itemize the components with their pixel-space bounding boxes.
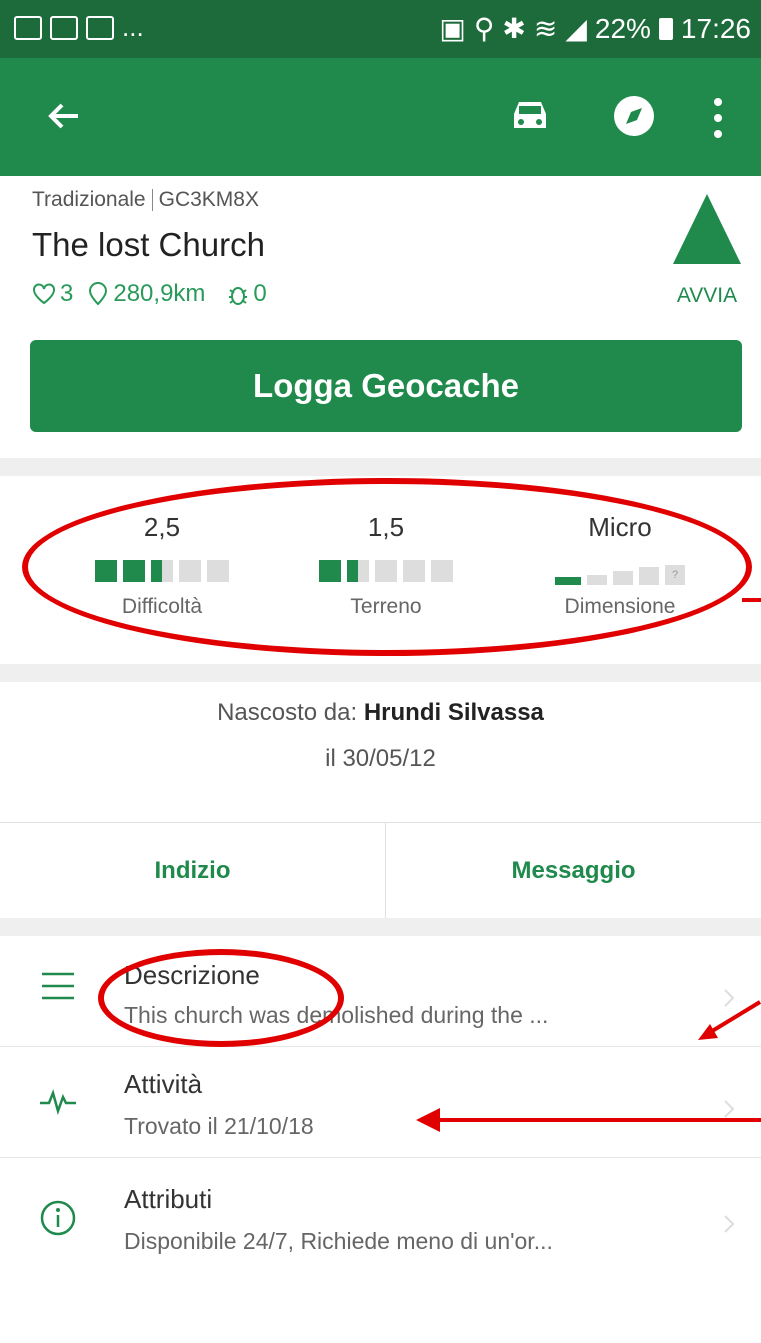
description-row[interactable]: Descrizione This church was demolished d… bbox=[0, 936, 761, 1047]
clock: 17:26 bbox=[680, 12, 751, 44]
flipboard-notification-icon bbox=[50, 15, 78, 40]
location-pin-icon bbox=[89, 282, 108, 306]
row-title: Descrizione bbox=[124, 960, 260, 990]
car-icon[interactable] bbox=[508, 98, 552, 134]
more-notifications: ... bbox=[122, 12, 144, 42]
row-title: Attività bbox=[124, 1069, 203, 1099]
avvia-button[interactable]: AVVIA bbox=[662, 194, 752, 308]
row-subtitle: This church was demolished during the ..… bbox=[124, 1002, 549, 1028]
gallery-notification-icon bbox=[14, 15, 42, 40]
menu-lines-icon bbox=[42, 972, 74, 1000]
back-arrow-icon[interactable] bbox=[44, 96, 84, 136]
activity-row[interactable]: Attività Trovato il 21/10/18 bbox=[0, 1047, 761, 1158]
battery-icon bbox=[658, 17, 673, 40]
hidden-by-prefix: Nascosto da: bbox=[217, 699, 358, 726]
cache-code: GC3KM8X bbox=[158, 188, 259, 211]
location-icon: ⚲ bbox=[473, 13, 495, 44]
lock-icon: ▣ bbox=[439, 13, 466, 44]
cache-type-line: Tradizionale GC3KM8X bbox=[32, 188, 259, 212]
photo-notification-icon bbox=[86, 15, 114, 40]
bluetooth-icon: ✱ bbox=[502, 13, 526, 44]
cache-type: Tradizionale bbox=[32, 188, 146, 211]
divider bbox=[0, 458, 761, 476]
cache-header: Tradizionale GC3KM8X The lost Church 3 28… bbox=[0, 176, 761, 456]
signal-icon: ◢ bbox=[565, 13, 587, 44]
wifi-icon: ≋ bbox=[533, 13, 558, 44]
favorites-stat: 3 bbox=[32, 280, 73, 308]
attributes-row[interactable]: Attributi Disponibile 24/7, Richiede men… bbox=[0, 1158, 761, 1268]
bug-icon bbox=[229, 287, 248, 305]
more-vert-icon[interactable] bbox=[712, 96, 724, 140]
hint-message-tabs: Indizio Messaggio bbox=[0, 822, 761, 919]
owner-name[interactable]: Hrundi Silvassa bbox=[364, 699, 544, 726]
compass-icon[interactable] bbox=[612, 94, 656, 138]
status-bar: ... ▣ ⚲ ✱ ≋ ◢ 22% 17:26 bbox=[0, 0, 761, 58]
app-bar bbox=[0, 58, 761, 176]
log-geocache-button[interactable]: Logga Geocache bbox=[30, 340, 742, 432]
heart-icon bbox=[33, 283, 55, 305]
hidden-by-section: Nascosto da: Hrundi Silvassa il 30/05/12 bbox=[0, 690, 761, 782]
divider bbox=[0, 918, 761, 936]
info-icon bbox=[40, 1200, 76, 1236]
distance-stat: 280,9km bbox=[87, 280, 205, 308]
cache-title: The lost Church bbox=[32, 226, 265, 263]
annotation-ellipse bbox=[22, 478, 752, 656]
chevron-right-icon bbox=[724, 989, 735, 1007]
chevron-right-icon bbox=[724, 1215, 735, 1233]
hint-button[interactable]: Indizio bbox=[0, 823, 385, 919]
message-button[interactable]: Messaggio bbox=[386, 823, 761, 919]
row-title: Attributi bbox=[124, 1184, 213, 1214]
row-subtitle: Trovato il 21/10/18 bbox=[124, 1113, 314, 1139]
avvia-label: AVVIA bbox=[676, 284, 738, 307]
trackables-stat: 0 bbox=[227, 280, 267, 308]
divider bbox=[0, 664, 761, 682]
chevron-right-icon bbox=[724, 1100, 735, 1118]
cache-stats: 3 280,9km 0 bbox=[32, 280, 267, 308]
hidden-date: il 30/05/12 bbox=[325, 745, 436, 772]
navigate-arrow-icon bbox=[673, 194, 741, 264]
battery-percent: 22% bbox=[594, 12, 651, 44]
activity-pulse-icon bbox=[40, 1089, 76, 1116]
row-subtitle: Disponibile 24/7, Richiede meno di un'or… bbox=[124, 1228, 553, 1254]
